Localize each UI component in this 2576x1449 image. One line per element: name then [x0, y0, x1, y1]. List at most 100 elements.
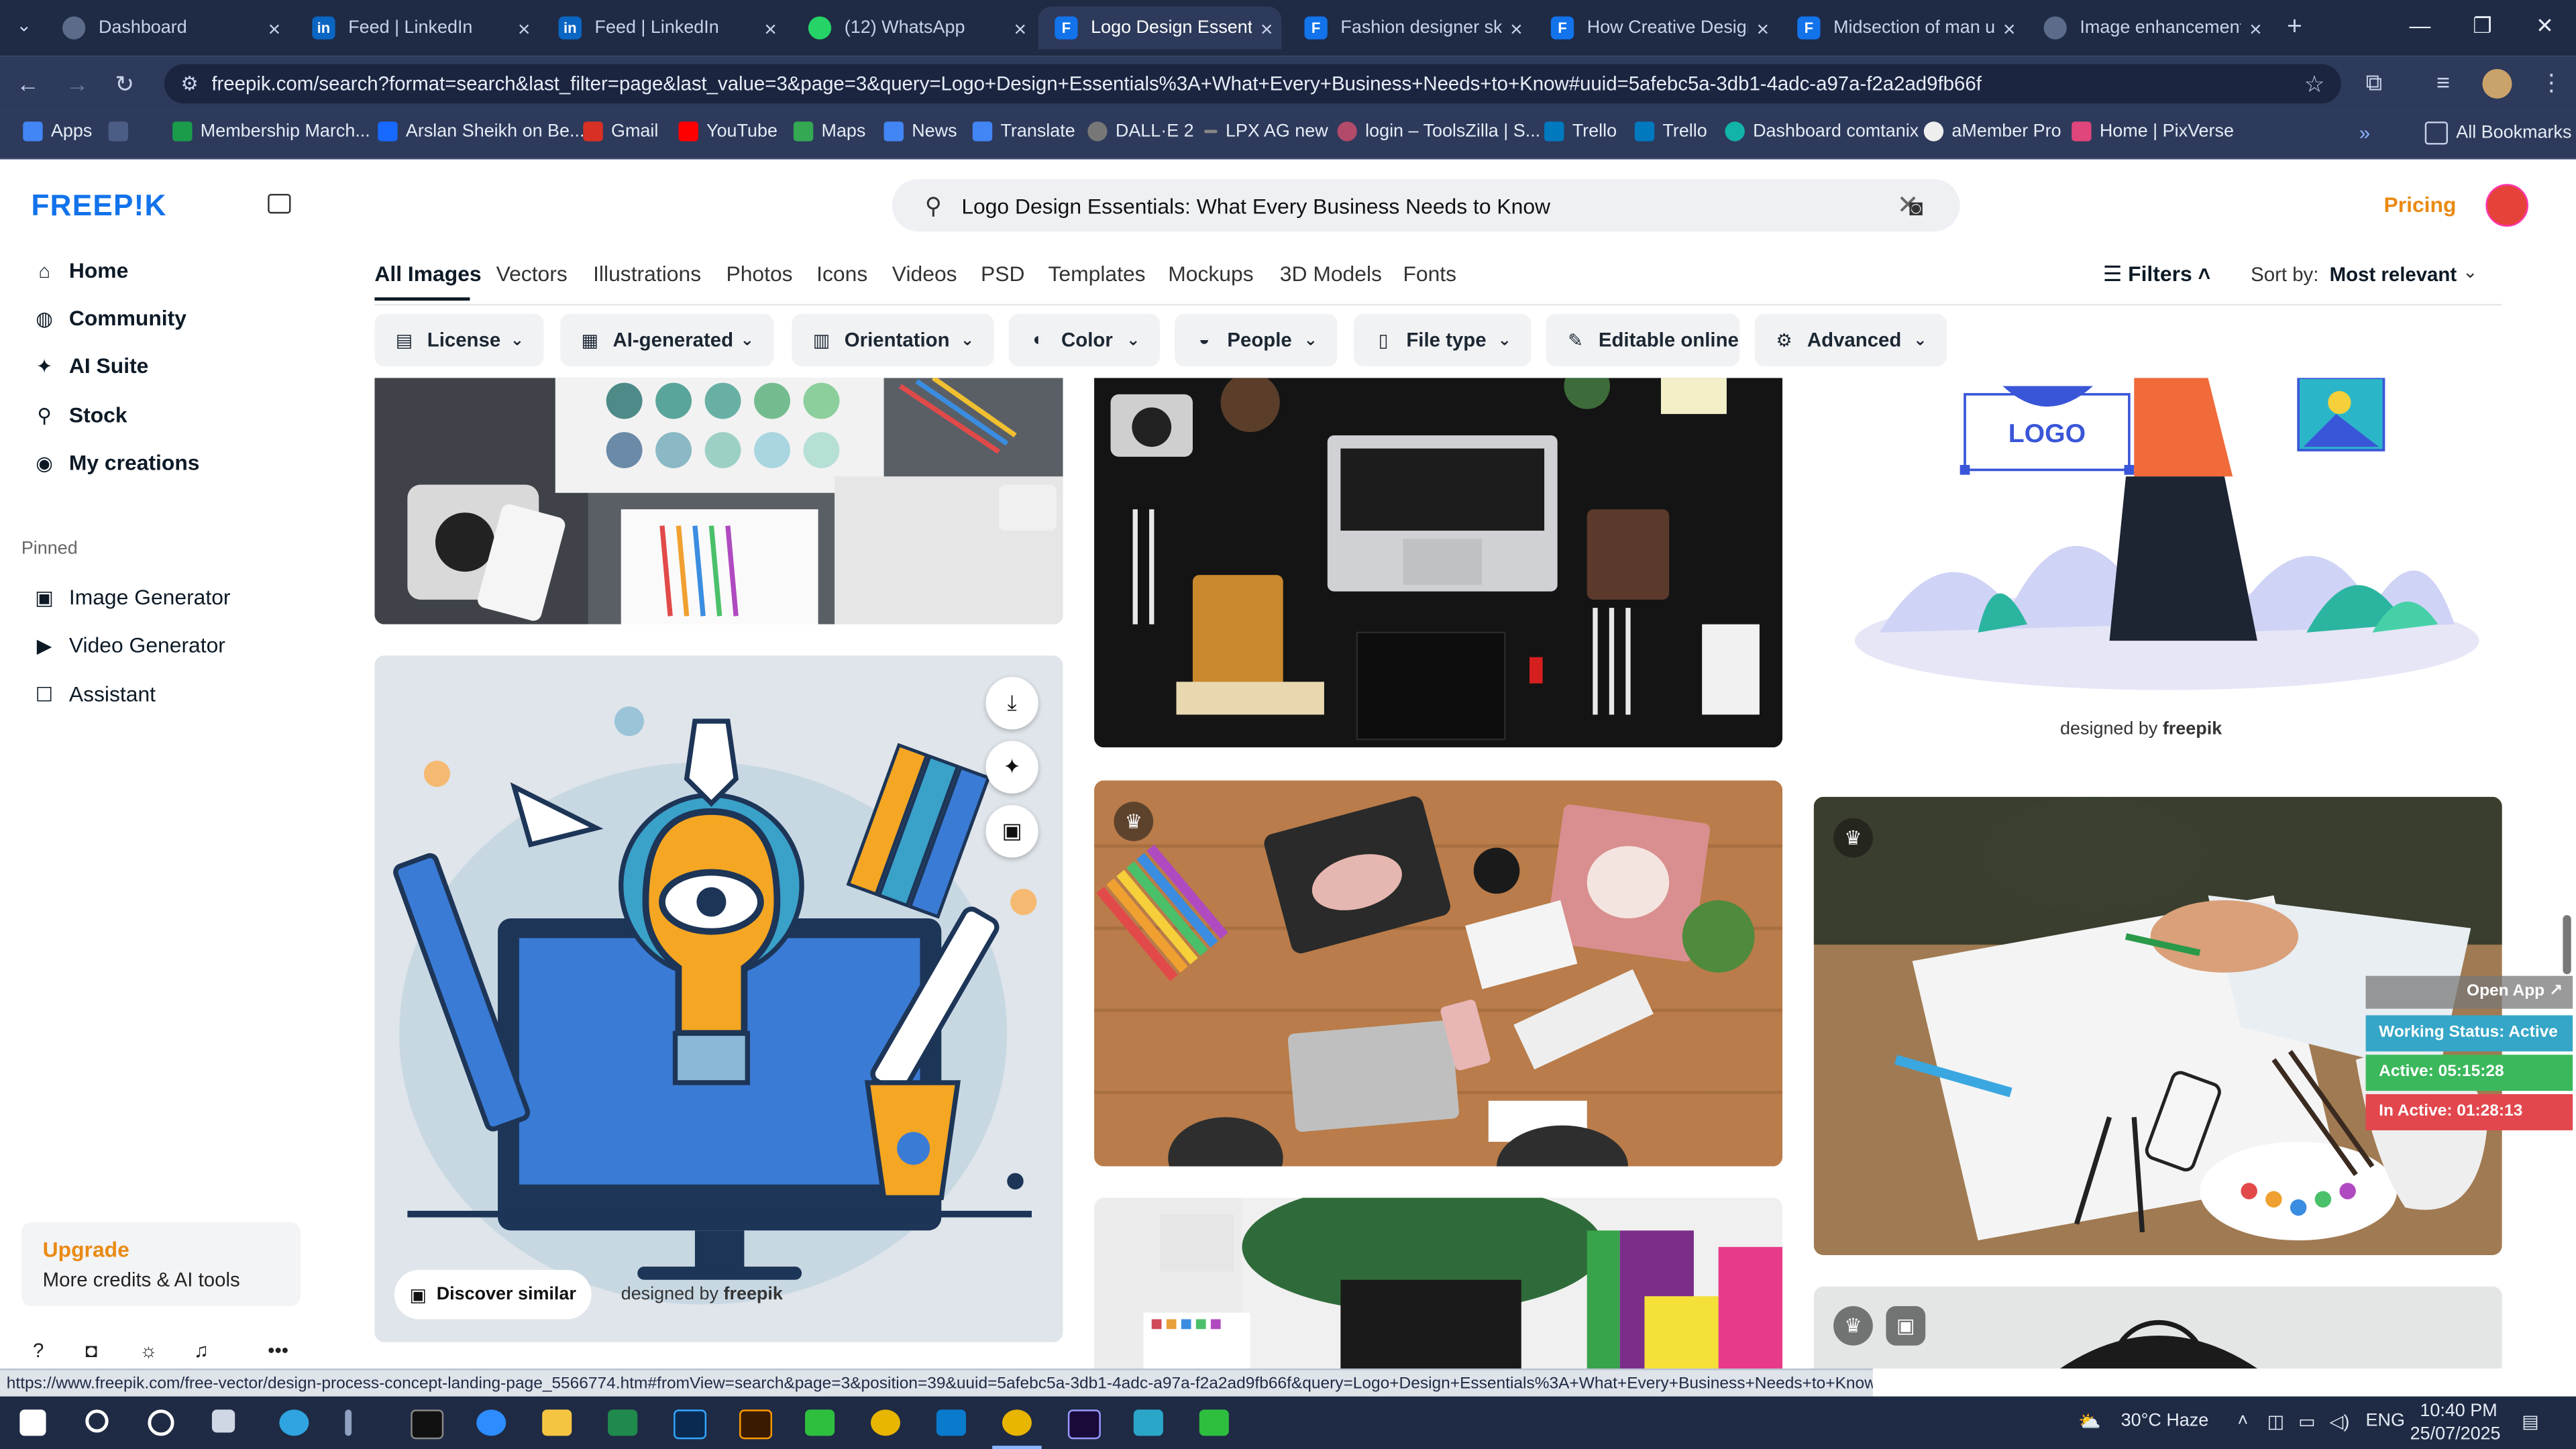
phone-app-icon[interactable]: [805, 1409, 835, 1436]
search-bar[interactable]: ⚲ ✕: [892, 178, 1960, 232]
weather-icon[interactable]: ⛅: [2078, 1411, 2101, 1432]
bookmark-item[interactable]: Arslan Sheikh on Be...: [378, 121, 584, 142]
result-image-team-mockup[interactable]: ♛: [1094, 780, 1783, 1167]
new-tab-icon[interactable]: +: [2287, 13, 2302, 43]
browser-menu-icon[interactable]: ⋮: [2540, 69, 2563, 97]
bookmark-item[interactable]: Home | PixVerse: [2072, 121, 2234, 142]
edge-icon[interactable]: [279, 1409, 309, 1436]
bookmark-star-icon[interactable]: ☆: [2304, 70, 2325, 98]
bookmark-item[interactable]: Membership March...: [172, 121, 370, 142]
result-image-laptop-flatlay[interactable]: [1094, 378, 1783, 748]
browser-tab-active[interactable]: F Logo Design Essenti ×: [1038, 6, 1282, 50]
phone-app-icon[interactable]: [1199, 1409, 1229, 1436]
bookmark-item[interactable]: [108, 121, 137, 142]
bookmark-item[interactable]: Trello: [1634, 121, 1707, 142]
terminal-icon[interactable]: [411, 1409, 444, 1440]
result-image-design-process[interactable]: ⤓ ✦ ▣ ▣ Discover similar designed by free…: [374, 655, 1063, 1342]
chrome-icon[interactable]: [870, 1409, 901, 1436]
sidebar-item-community[interactable]: ◍ Community: [33, 306, 186, 331]
chevron-down-icon[interactable]: ⌄: [2463, 261, 2478, 282]
result-image-globe-logo[interactable]: ♛ ▣: [1813, 1286, 2502, 1369]
language-indicator[interactable]: ENG: [2366, 1411, 2405, 1431]
meet-icon[interactable]: ◫: [2267, 1411, 2284, 1432]
browser-tab[interactable]: F Fashion designer ske ×: [1288, 7, 1531, 50]
zoom-icon[interactable]: [476, 1409, 506, 1436]
filter-people[interactable]: ◒ People ⌄: [1175, 313, 1338, 367]
discover-similar-button[interactable]: ▣ Discover similar: [394, 1270, 592, 1320]
pen-icon[interactable]: [345, 1409, 352, 1436]
notification-icon[interactable]: ♫: [194, 1339, 209, 1362]
browser-tab[interactable]: Dashboard ×: [46, 7, 289, 50]
upgrade-card[interactable]: Upgrade More credits & AI tools: [21, 1222, 301, 1306]
clock-date[interactable]: 25/07/2025: [2410, 1424, 2501, 1444]
app-icon[interactable]: [1133, 1409, 1163, 1436]
filter-orientation[interactable]: ▥ Orientation ⌄: [792, 313, 994, 367]
sort-dropdown[interactable]: Most relevant: [2330, 263, 2457, 286]
sidebar-collapse-icon[interactable]: [268, 193, 291, 214]
filter-advanced[interactable]: ⚙ Advanced ⌄: [1754, 313, 1947, 367]
freepik-logo[interactable]: FREEP!K: [32, 189, 167, 223]
bookmark-item[interactable]: DALL·E 2: [1087, 121, 1194, 142]
sidebar-item-ai-suite[interactable]: ✦ AI Suite: [33, 354, 149, 378]
close-tab-icon[interactable]: ×: [1501, 15, 1531, 40]
address-bar[interactable]: ⚙ freepik.com/search?format=search&last_…: [164, 64, 2341, 104]
download-icon[interactable]: ⤓: [985, 676, 1038, 730]
clock-time[interactable]: 10:40 PM: [2420, 1401, 2497, 1421]
tab-vectors[interactable]: Vectors: [496, 261, 568, 286]
filter-ai-generated[interactable]: ▦ AI-generated ⌄: [560, 313, 774, 367]
chrome-active-icon[interactable]: [1002, 1409, 1032, 1436]
task-view-icon[interactable]: [211, 1409, 235, 1433]
reload-icon[interactable]: ↻: [115, 70, 134, 99]
tab-icons[interactable]: Icons: [816, 261, 867, 286]
site-info-icon[interactable]: ⚙: [180, 72, 198, 95]
bookmark-item[interactable]: Apps: [23, 121, 92, 142]
forward-icon[interactable]: →: [66, 70, 89, 97]
browser-tab[interactable]: in Feed | LinkedIn ×: [542, 7, 785, 50]
close-tab-icon[interactable]: ×: [2241, 15, 2270, 40]
browser-tab[interactable]: F How Creative Design ×: [1534, 7, 1777, 50]
minimize-icon[interactable]: —: [2396, 13, 2445, 38]
all-bookmarks[interactable]: All Bookmarks: [2424, 121, 2571, 145]
bookmark-item[interactable]: aMember Pro: [1923, 121, 2061, 142]
illustrator-icon[interactable]: [739, 1409, 773, 1440]
more-bookmarks-icon[interactable]: »: [2359, 121, 2370, 144]
camera-icon[interactable]: ◙: [1909, 194, 1923, 220]
tab-templates[interactable]: Templates: [1048, 261, 1145, 286]
edit-ai-icon[interactable]: ✦: [985, 741, 1038, 794]
filter-color[interactable]: ◐ Color ⌄: [1008, 313, 1160, 367]
tab-videos[interactable]: Videos: [892, 261, 957, 286]
sidebar-item-assistant[interactable]: ☐ Assistant: [33, 682, 156, 706]
filter-file-type[interactable]: ▯ File type ⌄: [1353, 313, 1532, 367]
tab-all-images[interactable]: All Images: [374, 261, 481, 286]
bookmark-item[interactable]: Dashboard comtanix: [1725, 121, 1919, 142]
vscode-icon[interactable]: [936, 1409, 967, 1436]
close-tab-icon[interactable]: ×: [260, 15, 289, 40]
search-input[interactable]: [958, 191, 1897, 219]
sidebar-item-stock[interactable]: ⚲ Stock: [33, 402, 127, 427]
browser-tab[interactable]: Image enhancement ×: [2027, 7, 2270, 50]
result-image-desk-top[interactable]: [1094, 1197, 1783, 1369]
bookmark-item[interactable]: News: [883, 121, 957, 142]
sidebar-item-video-generator[interactable]: ▶ Video Generator: [33, 633, 225, 657]
close-tab-icon[interactable]: ×: [1994, 15, 2024, 40]
bookmark-item[interactable]: login – ToolsZilla | S...: [1337, 121, 1540, 142]
sidebar-item-my-creations[interactable]: ◉ My creations: [33, 450, 200, 475]
more-icon[interactable]: •••: [268, 1339, 288, 1362]
network-icon[interactable]: ▭: [2298, 1411, 2315, 1432]
extensions-icon[interactable]: ⧉: [2366, 69, 2382, 97]
sidebar-item-home[interactable]: ⌂ Home: [33, 258, 128, 282]
user-avatar[interactable]: [2485, 184, 2529, 227]
tab-fonts[interactable]: Fonts: [1403, 261, 1456, 286]
close-tab-icon[interactable]: ×: [756, 15, 786, 40]
back-icon[interactable]: ←: [16, 70, 39, 97]
premiere-icon[interactable]: [1067, 1409, 1101, 1440]
result-image-desk-flatlay[interactable]: [374, 378, 1063, 625]
theme-icon[interactable]: ☼: [140, 1339, 158, 1362]
tab-psd[interactable]: PSD: [981, 261, 1024, 286]
media-icon[interactable]: ≡: [2436, 69, 2450, 95]
tab-mockups[interactable]: Mockups: [1168, 261, 1253, 286]
result-image-logo-illustration[interactable]: LOGO designed by freepik: [1813, 378, 2502, 764]
open-app-button[interactable]: Open App ↗: [2365, 975, 2573, 1009]
tab-photos[interactable]: Photos: [726, 261, 792, 286]
browser-tab[interactable]: F Midsection of man u ×: [1781, 7, 2024, 50]
